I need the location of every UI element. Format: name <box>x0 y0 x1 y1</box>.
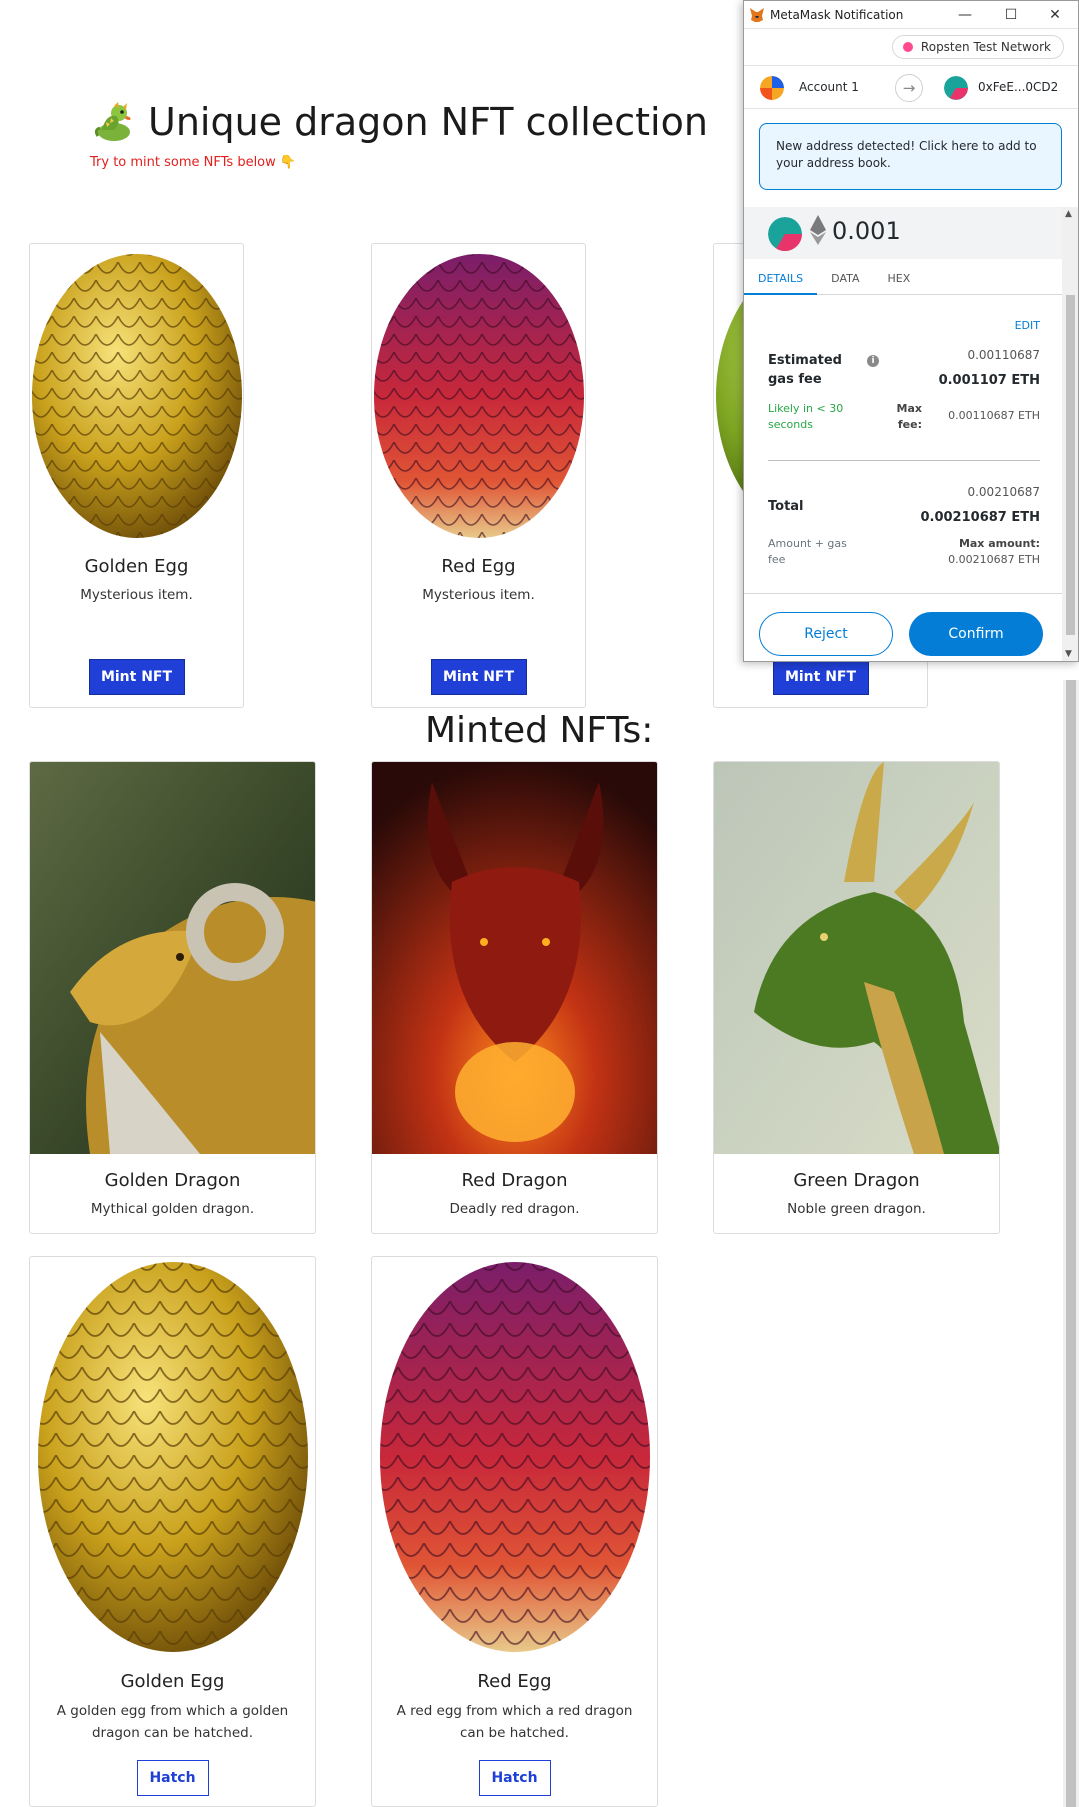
page-title: Unique dragon NFT collection <box>92 100 708 144</box>
max-fee-value: 0.00110687 ETH <box>948 409 1040 422</box>
details-divider <box>768 460 1040 461</box>
scroll-up-icon[interactable]: ▲ <box>1065 209 1072 219</box>
mint-nft-button[interactable]: Mint NFT <box>88 659 185 695</box>
card-description: A red egg from which a red dragon can be… <box>396 1703 633 1741</box>
golden-egg-image <box>30 244 243 544</box>
transaction-tabs: DETAILS DATA HEX <box>744 263 1062 295</box>
metamask-scrollbar[interactable]: ▲ ▼ <box>1062 207 1078 661</box>
max-amount-value: 0.00210687 ETH <box>948 553 1040 566</box>
total-value: 0.00210687 <box>967 485 1040 499</box>
tab-details[interactable]: DETAILS <box>744 263 818 295</box>
minted-card-red-dragon: Red Dragon Deadly red dragon. <box>371 761 658 1234</box>
metamask-notification-window: MetaMask Notification — ☐ ✕ Ropsten Test… <box>743 0 1079 662</box>
gas-fee-eth: 0.001107 ETH <box>938 373 1040 388</box>
card-description: Noble green dragon. <box>787 1201 926 1217</box>
red-dragon-image <box>372 762 657 1154</box>
edit-gas-link[interactable]: EDIT <box>1015 319 1040 332</box>
page-subtitle: Try to mint some NFTs below 👇 <box>90 155 297 170</box>
likely-time-text: Likely in < 30 seconds <box>768 402 844 431</box>
page-scrollbar[interactable] <box>1063 680 1079 1807</box>
maximize-icon[interactable]: ☐ <box>1000 5 1022 25</box>
max-amount-label: Max amount: <box>958 537 1040 550</box>
page: Unique dragon NFT collection Try to mint… <box>0 0 1079 1807</box>
new-address-notice[interactable]: New address detected! Click here to add … <box>759 123 1062 190</box>
estimated-gas-label: Estimated gas fee <box>768 353 842 387</box>
card-title: Red Egg <box>477 1671 552 1692</box>
card-title: Golden Dragon <box>104 1170 241 1191</box>
recipient-address[interactable]: 0xFeE...0CD2 <box>978 80 1058 94</box>
total-label: Total <box>768 499 804 514</box>
dragon-icon <box>94 102 131 141</box>
mint-nft-button[interactable]: Mint NFT <box>430 659 527 695</box>
card-title: Red Egg <box>441 556 516 577</box>
card-description: Mysterious item. <box>80 587 193 603</box>
account-bar: Account 1 → 0xFeE...0CD2 <box>744 65 1078 109</box>
metamask-titlebar[interactable]: MetaMask Notification — ☐ ✕ <box>744 1 1078 29</box>
mint-card-golden-egg: Golden Egg Mysterious item. Mint NFT <box>29 243 244 708</box>
card-description: Mysterious item. <box>422 587 535 603</box>
recipient-avatar-icon[interactable] <box>944 76 968 100</box>
arrow-right-icon: → <box>895 74 923 102</box>
scroll-down-icon[interactable]: ▼ <box>1065 649 1072 659</box>
close-icon[interactable]: ✕ <box>1044 5 1066 25</box>
green-dragon-image <box>714 762 999 1154</box>
card-description: Mythical golden dragon. <box>90 1201 255 1217</box>
reject-button[interactable]: Reject <box>759 612 893 656</box>
info-icon[interactable]: i <box>867 355 879 367</box>
tab-data[interactable]: DATA <box>817 263 873 295</box>
page-title-text: Unique dragon NFT collection <box>148 100 708 144</box>
total-eth: 0.00210687 ETH <box>920 510 1040 525</box>
minted-card-red-egg: Red Egg A red egg from which a red drago… <box>371 1256 658 1807</box>
network-selector[interactable]: Ropsten Test Network <box>891 35 1064 59</box>
card-title: Golden Egg <box>84 556 189 577</box>
red-egg-image <box>372 1257 657 1657</box>
confirm-button[interactable]: Confirm <box>909 612 1043 656</box>
metamask-fox-icon <box>750 8 764 22</box>
minted-card-green-dragon: Green Dragon Noble green dragon. <box>713 761 1000 1234</box>
metamask-window-title: MetaMask Notification <box>770 7 904 22</box>
page-scrollbar-thumb[interactable] <box>1066 680 1076 1807</box>
gas-fee-value: 0.00110687 <box>967 348 1040 362</box>
hatch-button[interactable]: Hatch <box>136 1760 209 1796</box>
recipient-avatar-icon <box>768 217 802 251</box>
card-description: A golden egg from which a golden dragon … <box>56 1703 289 1741</box>
transaction-details: EDIT Estimated gas fee i 0.00110687 0.00… <box>744 297 1062 589</box>
card-title: Green Dragon <box>793 1170 920 1191</box>
amount-row: 0.001 <box>744 207 1062 259</box>
network-dot-icon <box>902 42 913 52</box>
hatch-button[interactable]: Hatch <box>478 1760 551 1796</box>
mint-card-red-egg: Red Egg Mysterious item. Mint NFT <box>371 243 586 708</box>
metamask-scrollbar-thumb[interactable] <box>1066 295 1075 635</box>
red-egg-image <box>372 244 585 544</box>
minted-card-golden-egg: Golden Egg A golden egg from which a gol… <box>29 1256 316 1807</box>
transaction-amount: 0.001 <box>832 217 901 245</box>
from-account-name[interactable]: Account 1 <box>799 80 859 94</box>
card-description: Deadly red dragon. <box>449 1201 580 1217</box>
network-name: Ropsten Test Network <box>920 40 1051 54</box>
minted-nfts-heading: Minted NFTs: <box>425 710 654 751</box>
card-title: Red Dragon <box>461 1170 568 1191</box>
max-fee-label: Max fee: <box>896 402 922 431</box>
ethereum-icon <box>810 215 826 245</box>
minted-card-golden-dragon: Golden Dragon Mythical golden dragon. <box>29 761 316 1234</box>
action-footer: Reject Confirm <box>744 593 1062 659</box>
minimize-icon[interactable]: — <box>954 5 976 25</box>
card-title: Golden Egg <box>120 1671 225 1692</box>
mint-nft-button[interactable]: Mint NFT <box>772 659 869 695</box>
amount-gas-label: Amount + gas fee <box>768 537 847 566</box>
golden-dragon-image <box>30 762 315 1154</box>
account-avatar-icon[interactable] <box>760 76 784 100</box>
golden-egg-image <box>30 1257 315 1657</box>
tab-hex[interactable]: HEX <box>874 263 925 295</box>
